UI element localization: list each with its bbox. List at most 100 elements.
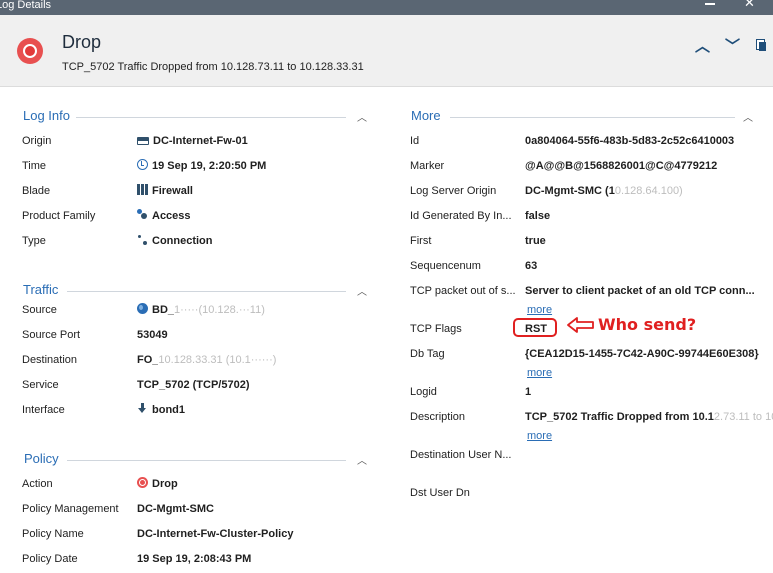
more-value-description: TCP_5702 Traffic Dropped from 10.12.73.1… [525, 410, 773, 424]
rst-highlight-box [513, 318, 557, 337]
section-title-policy: Policy [24, 451, 59, 466]
collapse-policy-icon[interactable]: ︿ [357, 452, 367, 467]
more-value-log-server-origin: DC-Mgmt-SMC (10.128.64.100) [525, 184, 683, 198]
field-label: Destination [22, 354, 78, 366]
field-value: 19 Sep 19, 2:20:50 PM [152, 160, 267, 172]
drop-status-icon [17, 38, 43, 64]
field-label: Product Family [22, 210, 96, 222]
info-row-type: Type [22, 234, 46, 248]
section-title-more: More [411, 108, 441, 123]
section-title-log-info: Log Info [23, 108, 70, 123]
field-value: TCP_5702 Traffic Dropped from 10.1 [525, 411, 714, 423]
policy-value-date: 19 Sep 19, 2:08:43 PM [137, 552, 251, 566]
traffic-value-source[interactable]: BD_1·····(10.128.···11) [137, 303, 265, 317]
field-value: bond1 [152, 404, 185, 416]
more-label-log-server-origin: Log Server Origin [410, 185, 497, 197]
policy-row-name: Policy Name [22, 527, 84, 541]
section-divider [450, 117, 735, 118]
more-label-id-generated: Id Generated By In... [410, 210, 512, 222]
info-value-origin: DC-Internet-Fw-01 [137, 134, 248, 148]
policy-row-management: Policy Management [22, 502, 119, 516]
log-header: Drop TCP_5702 Traffic Dropped from 10.12… [0, 15, 773, 87]
field-value: Access [152, 210, 191, 222]
more-label-logid: Logid [410, 386, 437, 398]
more-value-tcp-packet: Server to client packet of an old TCP co… [525, 285, 755, 297]
field-label: Interface [22, 404, 65, 416]
field-label: Source [22, 304, 57, 316]
field-value: 53049 [137, 329, 168, 341]
field-value: BD_ [152, 304, 175, 316]
traffic-value-service: TCP_5702 (TCP/5702) [137, 378, 250, 392]
more-link-db-tag[interactable]: more [527, 367, 552, 379]
download-arrow-icon [137, 403, 148, 414]
field-value: DC-Internet-Fw-Cluster-Policy [137, 528, 294, 540]
info-value-time: 19 Sep 19, 2:20:50 PM [137, 159, 266, 173]
field-label: Policy Date [22, 553, 78, 565]
info-row-time: Time [22, 159, 46, 173]
more-value-db-tag: {CEA12D15-1455-7C42-A90C-99744E60E308} [525, 348, 759, 360]
field-value: DC-Mgmt-SMC [137, 503, 214, 515]
field-label: Service [22, 379, 59, 391]
field-label: Origin [22, 135, 52, 147]
drop-icon [137, 477, 148, 488]
redacted-value: 0.128.64.100) [614, 184, 683, 198]
minimize-icon[interactable] [705, 3, 715, 5]
more-link-tcp-packet[interactable]: more [527, 304, 552, 316]
more-label-id: Id [410, 135, 420, 147]
traffic-value-interface: bond1 [137, 403, 185, 417]
previous-log-icon[interactable]: ︿ [695, 35, 710, 56]
traffic-row-source: Source [22, 303, 57, 317]
firewall-blade-icon [137, 184, 148, 195]
traffic-row-source-port: Source Port [22, 328, 80, 342]
more-value-logid: 1 [525, 386, 532, 398]
more-value-id: 0a804064-55f6-483b-5d83-2c52c6410003 [525, 135, 735, 147]
field-value: FO_ [137, 354, 159, 366]
redacted-value: 10.128.33.31 (10.1······) [158, 353, 277, 367]
field-label: Policy Management [22, 503, 119, 515]
log-subtitle: TCP_5702 Traffic Dropped from 10.128.73.… [62, 61, 364, 73]
field-value: Connection [152, 235, 213, 247]
section-divider [67, 291, 346, 292]
field-value: DC-Mgmt-SMC (1 [525, 185, 615, 197]
collapse-traffic-icon[interactable]: ︿ [357, 283, 367, 298]
connection-icon [137, 234, 148, 245]
policy-value-action: Drop [137, 477, 178, 491]
info-row-blade: Blade [22, 184, 50, 198]
field-label: Source Port [22, 329, 81, 341]
more-value-id-generated: false [525, 210, 551, 222]
window-titlebar: Log Details ✕ [0, 0, 773, 15]
traffic-value-destination[interactable]: FO_10.128.33.31 (10.1······) [137, 353, 277, 367]
policy-row-date: Policy Date [22, 552, 78, 566]
access-icon [137, 209, 148, 220]
more-label-tcp-packet: TCP packet out of s... [410, 285, 516, 297]
annotation-text: Who send? [598, 315, 697, 334]
more-label-marker: Marker [410, 160, 445, 172]
next-log-icon[interactable]: ﹀ [725, 35, 740, 56]
more-link-description[interactable]: more [527, 430, 552, 442]
log-title: Drop [62, 32, 102, 52]
redacted-value: 1·····(10.128.···11) [174, 303, 265, 317]
field-value: DC-Internet-Fw-01 [153, 135, 248, 147]
section-title-traffic: Traffic [23, 282, 59, 297]
more-value-sequencenum: 63 [525, 260, 538, 272]
traffic-value-source-port: 53049 [137, 328, 168, 342]
collapse-log-info-icon[interactable]: ︿ [357, 109, 367, 124]
copy-icon[interactable] [756, 39, 766, 52]
collapse-more-icon[interactable]: ︿ [743, 109, 753, 124]
field-value: Drop [152, 478, 178, 490]
field-label: Policy Name [22, 528, 84, 540]
info-value-type: Connection [137, 234, 213, 248]
close-icon[interactable]: ✕ [744, 0, 755, 9]
field-label: Type [22, 235, 46, 247]
info-value-product-family: Access [137, 209, 191, 223]
globe-icon [137, 303, 148, 314]
annotation-arrow-icon [567, 317, 594, 333]
section-divider [67, 460, 346, 461]
policy-value-name: DC-Internet-Fw-Cluster-Policy [137, 527, 293, 541]
clock-icon [137, 159, 148, 170]
more-label-destination-user: Destination User N... [410, 449, 512, 461]
section-divider [76, 117, 346, 118]
info-value-blade: Firewall [137, 184, 193, 198]
field-value: Firewall [152, 185, 193, 197]
more-value-first: true [525, 235, 546, 247]
